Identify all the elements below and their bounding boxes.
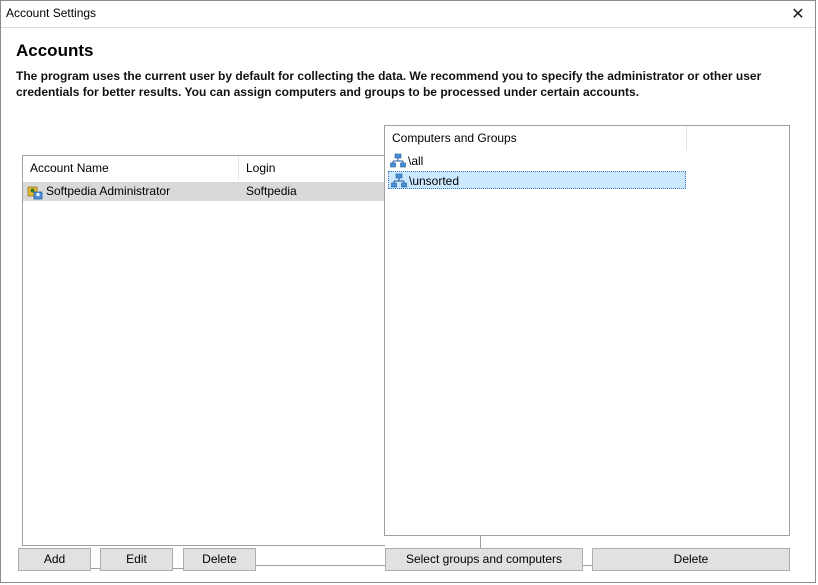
account-name-cell: Softpedia Administrator <box>46 184 171 198</box>
select-groups-button[interactable]: Select groups and computers <box>385 548 583 571</box>
window-title: Account Settings <box>6 6 97 20</box>
list-item-selected[interactable]: \unsorted <box>388 171 686 189</box>
tree-item-label: \unsorted <box>409 174 460 188</box>
divider <box>480 536 481 548</box>
column-header-account-name[interactable]: Account Name <box>23 156 239 180</box>
edit-button[interactable]: Edit <box>100 548 173 571</box>
user-group-icon <box>27 186 43 200</box>
divider <box>255 565 385 566</box>
list-item[interactable]: \all <box>388 152 423 170</box>
network-icon <box>391 173 407 188</box>
divider <box>582 565 592 566</box>
title-bar: Account Settings ✕ <box>1 1 815 28</box>
network-icon <box>390 153 406 168</box>
accounts-list[interactable]: Account Name Login Softpedia Administrat… <box>22 155 385 546</box>
column-header-computers-groups[interactable]: Computers and Groups <box>385 126 687 150</box>
login-cell: Softpedia <box>246 184 297 198</box>
computers-groups-list[interactable]: Computers and Groups \all \unsorted <box>384 125 790 536</box>
column-header-login[interactable]: Login <box>239 156 386 180</box>
add-button[interactable]: Add <box>18 548 91 571</box>
page-description: The program uses the current user by def… <box>16 69 762 99</box>
divider <box>90 568 100 569</box>
tree-item-label: \all <box>408 154 424 168</box>
page-title: Accounts <box>16 41 94 60</box>
account-settings-window: Account Settings ✕ Accounts The program … <box>0 0 816 583</box>
close-icon[interactable]: ✕ <box>781 1 815 27</box>
table-row[interactable]: Softpedia Administrator Softpedia <box>23 182 384 201</box>
delete-account-button[interactable]: Delete <box>183 548 256 571</box>
delete-group-button[interactable]: Delete <box>592 548 790 571</box>
